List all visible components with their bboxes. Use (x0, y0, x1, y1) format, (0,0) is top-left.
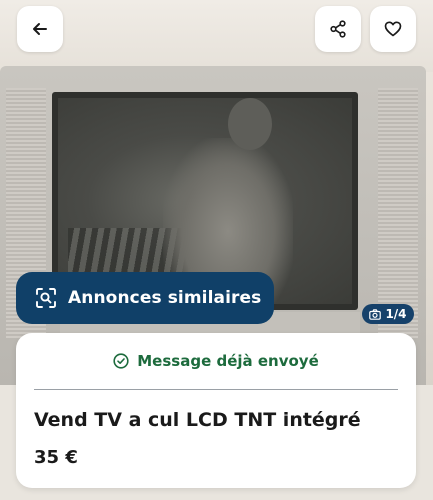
heart-icon (384, 21, 402, 37)
tv-speaker-right (378, 88, 418, 338)
back-button[interactable] (17, 6, 63, 52)
listing-photo[interactable] (0, 0, 433, 385)
photo-counter-text: 1/4 (385, 307, 407, 321)
image-search-icon (36, 288, 56, 308)
share-icon (330, 20, 346, 38)
listing-title: Vend TV a cul LCD TNT intégré (34, 409, 361, 431)
check-circle-icon (113, 353, 129, 369)
arrow-left-icon (33, 23, 47, 35)
share-button[interactable] (315, 6, 361, 52)
listing-card: Message déjà envoyé Vend TV a cul LCD TN… (16, 333, 416, 488)
camera-icon (369, 308, 382, 320)
listing-price: 35 € (34, 447, 78, 468)
similar-ads-label: Annonces similaires (68, 288, 262, 308)
similar-ads-button[interactable]: Annonces similaires (16, 272, 274, 324)
screen-reflection-head (228, 98, 272, 150)
photo-counter-badge: 1/4 (362, 304, 414, 324)
photo-background (0, 0, 433, 72)
divider (34, 389, 398, 390)
favorite-button[interactable] (370, 6, 416, 52)
message-status-label: Message déjà envoyé (137, 352, 319, 370)
message-status: Message déjà envoyé (16, 347, 416, 375)
